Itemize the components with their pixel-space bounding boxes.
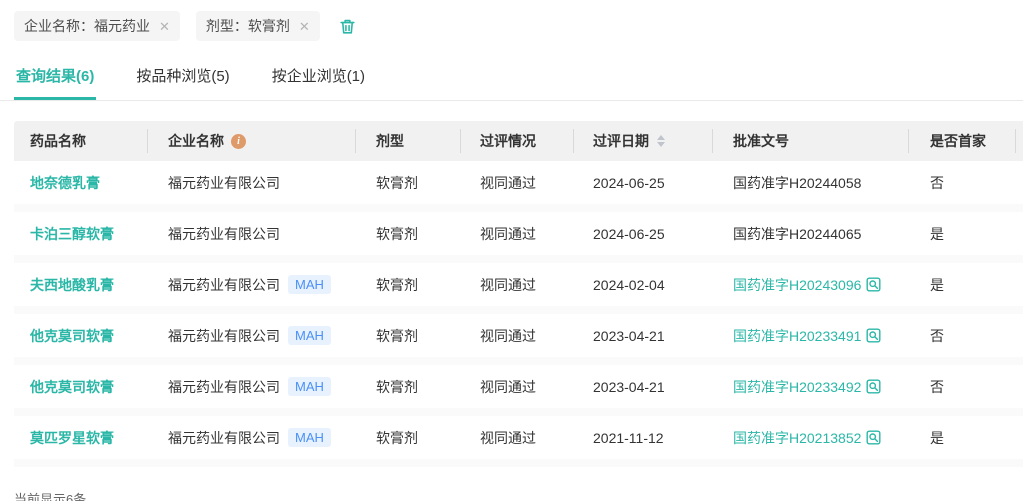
- mah-badge: MAH: [288, 377, 331, 397]
- filter-tag-1: 企业名称：福元药业 ✕: [14, 11, 180, 41]
- review-date: 2023-04-21: [593, 328, 665, 344]
- document-preview-icon: [866, 430, 881, 445]
- review-status: 视同通过: [480, 428, 536, 448]
- results-table: 药品名称 企业名称 i 剂型 过评情况 过评日期 批准文号 是否首家 地奈德乳膏 福元药业有限…: [14, 121, 1023, 467]
- table-row: 他克莫司软膏 福元药业有限公司 MAH 软膏剂 视同通过 2023-04-21 …: [14, 314, 1023, 357]
- is-first-flag: 否: [930, 173, 944, 193]
- column-label: 是否首家: [930, 131, 986, 151]
- tab-1[interactable]: 查询结果(6): [14, 56, 96, 100]
- approval-number-text: 国药准字H20213852: [733, 428, 861, 448]
- is-first-flag: 否: [930, 377, 944, 397]
- result-count-text: 当前显示6条: [14, 489, 1023, 501]
- column-header-1: 药品名称: [14, 121, 147, 161]
- mah-badge: MAH: [288, 428, 331, 448]
- filter-tag-label: 企业名称：福元药业: [24, 16, 150, 36]
- document-preview-icon: [866, 379, 881, 394]
- column-header-5[interactable]: 过评日期: [573, 121, 712, 161]
- tab-2[interactable]: 按品种浏览(5): [134, 56, 231, 100]
- is-first-flag: 否: [930, 326, 944, 346]
- review-date: 2024-02-04: [593, 277, 665, 293]
- mah-badge: MAH: [288, 275, 331, 295]
- column-label: 过评情况: [480, 131, 536, 151]
- column-header-4: 过评情况: [460, 121, 573, 161]
- column-header-overflow: [1015, 121, 1023, 161]
- approval-number: 国药准字H20244065: [733, 224, 861, 244]
- drug-name-link[interactable]: 他克莫司软膏: [30, 377, 114, 397]
- is-first-flag: 是: [930, 275, 944, 295]
- is-first-flag: 是: [930, 428, 944, 448]
- dosage-form: 软膏剂: [376, 224, 418, 244]
- mah-badge: MAH: [288, 326, 331, 346]
- sort-icon[interactable]: [657, 135, 665, 147]
- review-status: 视同通过: [480, 275, 536, 295]
- review-status: 视同通过: [480, 377, 536, 397]
- tabs: 查询结果(6) 按品种浏览(5) 按企业浏览(1): [0, 50, 1023, 101]
- filter-bar: 企业名称：福元药业 ✕ 剂型：软膏剂 ✕: [0, 0, 1023, 50]
- column-label: 过评日期: [593, 131, 649, 151]
- company-name: 福元药业有限公司: [168, 326, 280, 346]
- review-date: 2024-06-25: [593, 175, 665, 191]
- table-row: 地奈德乳膏 福元药业有限公司 软膏剂 视同通过 2024-06-25 国药准字H…: [14, 161, 1023, 204]
- dosage-form: 软膏剂: [376, 428, 418, 448]
- column-label: 药品名称: [30, 131, 86, 151]
- dosage-form: 软膏剂: [376, 173, 418, 193]
- remove-filter-icon[interactable]: ✕: [299, 20, 310, 33]
- approval-number-text: 国药准字H20233491: [733, 326, 861, 346]
- document-preview-icon: [866, 277, 881, 292]
- column-label: 剂型: [376, 131, 404, 151]
- column-label: 批准文号: [733, 131, 789, 151]
- review-date: 2021-11-12: [593, 430, 664, 446]
- dosage-form: 软膏剂: [376, 326, 418, 346]
- drug-name-link[interactable]: 卡泊三醇软膏: [30, 224, 114, 244]
- drug-name-link[interactable]: 地奈德乳膏: [30, 173, 100, 193]
- sort-ascending-caret: [657, 135, 665, 140]
- company-name: 福元药业有限公司: [168, 173, 280, 193]
- company-name: 福元药业有限公司: [168, 275, 280, 295]
- drug-name-link[interactable]: 夫西地酸乳膏: [30, 275, 114, 295]
- company-name: 福元药业有限公司: [168, 428, 280, 448]
- filter-tag-label: 剂型：软膏剂: [206, 16, 290, 36]
- sort-descending-caret: [657, 142, 665, 147]
- tab-3[interactable]: 按企业浏览(1): [270, 56, 367, 100]
- filter-tag-2: 剂型：软膏剂 ✕: [196, 11, 320, 41]
- table-row: 卡泊三醇软膏 福元药业有限公司 软膏剂 视同通过 2024-06-25 国药准字…: [14, 212, 1023, 255]
- table-body: 地奈德乳膏 福元药业有限公司 软膏剂 视同通过 2024-06-25 国药准字H…: [14, 161, 1023, 467]
- review-date: 2023-04-21: [593, 379, 665, 395]
- approval-number-link[interactable]: 国药准字H20233492: [733, 377, 881, 397]
- review-date: 2024-06-25: [593, 226, 665, 242]
- drug-name-link[interactable]: 他克莫司软膏: [30, 326, 114, 346]
- dosage-form: 软膏剂: [376, 275, 418, 295]
- clear-filters-button[interactable]: [336, 15, 359, 38]
- approval-number-text: 国药准字H20244065: [733, 224, 861, 244]
- dosage-form: 软膏剂: [376, 377, 418, 397]
- approval-number: 国药准字H20244058: [733, 173, 861, 193]
- approval-number-text: 国药准字H20243096: [733, 275, 861, 295]
- approval-number-link[interactable]: 国药准字H20213852: [733, 428, 881, 448]
- table-row: 他克莫司软膏 福元药业有限公司 MAH 软膏剂 视同通过 2023-04-21 …: [14, 365, 1023, 408]
- column-header-3: 剂型: [355, 121, 460, 161]
- document-preview-icon: [866, 328, 881, 343]
- info-icon[interactable]: i: [231, 134, 246, 149]
- table-header-row: 药品名称 企业名称 i 剂型 过评情况 过评日期 批准文号 是否首家: [14, 121, 1023, 161]
- column-header-7: 是否首家: [908, 121, 1015, 161]
- approval-number-link[interactable]: 国药准字H20243096: [733, 275, 881, 295]
- review-status: 视同通过: [480, 224, 536, 244]
- column-header-6: 批准文号: [712, 121, 908, 161]
- approval-number-text: 国药准字H20244058: [733, 173, 861, 193]
- column-label: 企业名称: [168, 131, 224, 151]
- approval-number-link[interactable]: 国药准字H20233491: [733, 326, 881, 346]
- table-row: 莫匹罗星软膏 福元药业有限公司 MAH 软膏剂 视同通过 2021-11-12 …: [14, 416, 1023, 459]
- table-row: 夫西地酸乳膏 福元药业有限公司 MAH 软膏剂 视同通过 2024-02-04 …: [14, 263, 1023, 306]
- remove-filter-icon[interactable]: ✕: [159, 20, 170, 33]
- review-status: 视同通过: [480, 173, 536, 193]
- review-status: 视同通过: [480, 326, 536, 346]
- drug-name-link[interactable]: 莫匹罗星软膏: [30, 428, 114, 448]
- trash-icon: [338, 17, 357, 36]
- column-header-2: 企业名称 i: [147, 121, 355, 161]
- company-name: 福元药业有限公司: [168, 377, 280, 397]
- company-name: 福元药业有限公司: [168, 224, 280, 244]
- is-first-flag: 是: [930, 224, 944, 244]
- approval-number-text: 国药准字H20233492: [733, 377, 861, 397]
